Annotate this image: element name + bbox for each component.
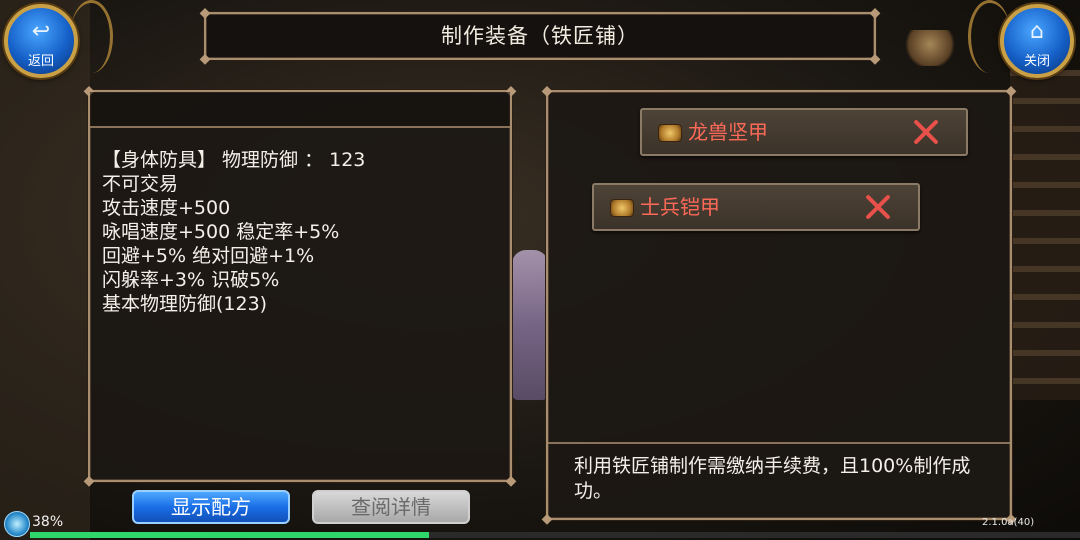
- frame-corner: ◆: [541, 83, 553, 99]
- recipe-item[interactable]: 龙兽坚甲: [640, 108, 968, 156]
- show-recipe-button[interactable]: 显示配方: [132, 490, 290, 524]
- item-stats: 【身体防具】 物理防御 ： 123 不可交易 攻击速度+500 咏唱速度+500…: [102, 148, 365, 316]
- back-button[interactable]: ↩ 返回: [4, 4, 78, 78]
- item-stat-line: 不可交易: [102, 173, 179, 195]
- frame-corner: ◆: [505, 473, 517, 489]
- item-stat-line: 闪躲率+3% 识破5%: [102, 269, 280, 291]
- version-label: 2.1.0a(40): [982, 517, 1035, 528]
- crafting-note: 利用铁匠铺制作需缴纳手续费，且100%制作成功。: [574, 455, 971, 502]
- frame-corner: ◆: [541, 511, 553, 527]
- close-button-label: 关闭: [1023, 54, 1050, 69]
- progress-bar: [30, 532, 1080, 538]
- bookshelf: [1010, 70, 1080, 400]
- frame-corner: ◆: [83, 473, 95, 489]
- progress-fill: [30, 532, 429, 538]
- item-stat-line: 基本物理防御(123): [102, 293, 268, 315]
- panel-divider: [548, 442, 1010, 444]
- scroll-icon: [658, 124, 682, 142]
- recipe-item[interactable]: 士兵铠甲: [592, 183, 920, 231]
- back-button-label: 返回: [27, 54, 54, 69]
- item-stat-line: 【身体防具】 物理防御 ： 123: [102, 149, 366, 171]
- hanging-lamp: [902, 30, 958, 66]
- wall-texture: [0, 0, 90, 540]
- character-sprite: [512, 250, 548, 400]
- item-stat-line: 攻击速度+500: [102, 197, 231, 219]
- item-info-panel: ◆ ◆ ◆ ◆ 【身体防具】 物理防御 ： 123 不可交易 攻击速度+500 …: [84, 83, 517, 489]
- window-title: 制作装备（铁匠铺）: [441, 24, 639, 48]
- recipe-name: 士兵铠甲: [640, 195, 720, 219]
- frame-corner: ◆: [1005, 83, 1017, 99]
- progress-percent: 38%: [32, 514, 64, 530]
- close-button[interactable]: ⌂ 关闭: [1000, 4, 1074, 78]
- close-icon[interactable]: [864, 193, 892, 221]
- item-stat-line: 咏唱速度+500 稳定率+5%: [102, 221, 340, 243]
- home-icon: ⌂: [1030, 19, 1044, 44]
- close-icon[interactable]: [912, 118, 940, 146]
- recipe-name: 龙兽坚甲: [688, 120, 768, 144]
- item-stat-line: 回避+5% 绝对回避+1%: [102, 245, 315, 267]
- view-details-button[interactable]: 查阅详情: [312, 490, 470, 524]
- scroll-icon: [610, 199, 634, 217]
- title-bar: ◆ ◆ ◆ ◆ 制作装备（铁匠铺）: [200, 5, 881, 67]
- item-info-header: [90, 92, 510, 128]
- return-arrow-icon: ↩: [31, 19, 51, 44]
- network-status-icon: [4, 511, 30, 537]
